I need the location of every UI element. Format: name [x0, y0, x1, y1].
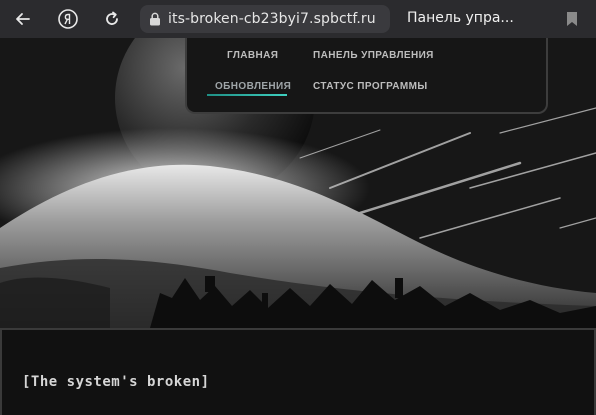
url-text[interactable]: its-broken-cb23byi7.spbctf.ru — [168, 11, 376, 27]
reload-button[interactable] — [99, 6, 125, 32]
browser-toolbar: its-broken-cb23byi7.spbctf.ru Панель упр… — [0, 0, 596, 38]
lock-icon[interactable] — [144, 5, 166, 33]
bookmark-icon — [567, 12, 577, 26]
nav-item-updates[interactable]: ОБНОВЛЕНИЯ — [215, 81, 291, 92]
active-nav-indicator — [207, 94, 287, 96]
nav-panel: ГЛАВНАЯ ПАНЕЛЬ УПРАВЛЕНИЯ ОБНОВЛЕНИЯ СТА… — [185, 38, 548, 114]
yandex-button[interactable] — [55, 6, 81, 32]
back-button[interactable] — [10, 6, 36, 32]
bookmark-button[interactable] — [562, 7, 582, 31]
content-section: [The system's broken] — [0, 330, 596, 415]
status-text: [The system's broken] — [22, 374, 210, 390]
page: ГЛАВНАЯ ПАНЕЛЬ УПРАВЛЕНИЯ ОБНОВЛЕНИЯ СТА… — [0, 38, 596, 415]
tab-title[interactable]: Панель упра... — [407, 10, 514, 26]
address-bar[interactable]: its-broken-cb23byi7.spbctf.ru — [140, 5, 390, 33]
nav-item-home[interactable]: ГЛАВНАЯ — [227, 50, 278, 61]
nav-item-program-status[interactable]: СТАТУС ПРОГРАММЫ — [313, 81, 428, 92]
nav-item-control-panel[interactable]: ПАНЕЛЬ УПРАВЛЕНИЯ — [313, 50, 434, 61]
border-left — [0, 330, 2, 415]
arrow-left-icon — [16, 13, 30, 25]
hero-image: ГЛАВНАЯ ПАНЕЛЬ УПРАВЛЕНИЯ ОБНОВЛЕНИЯ СТА… — [0, 38, 596, 328]
yandex-logo-icon — [58, 9, 78, 29]
reload-icon — [106, 11, 118, 25]
